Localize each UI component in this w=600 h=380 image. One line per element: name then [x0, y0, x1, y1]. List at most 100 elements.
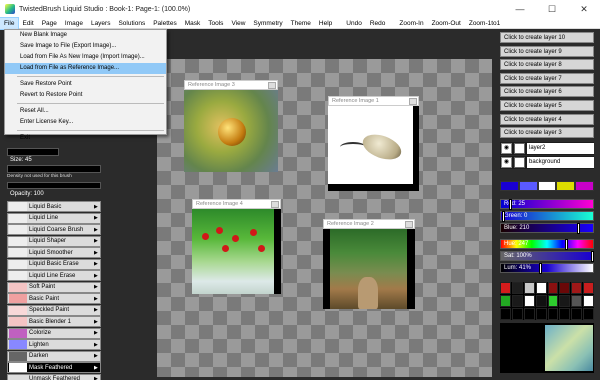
create-layer-button[interactable]: Click to create layer 7	[500, 72, 594, 84]
submenu-arrow-icon[interactable]: ▶	[94, 376, 100, 380]
lum-slider[interactable]: Lum: 41%	[500, 263, 594, 274]
submenu-arrow-icon[interactable]: ▶	[94, 284, 100, 290]
reference-close-button[interactable]	[405, 221, 413, 228]
menu-item-load-reference-image[interactable]: Load from File as Reference Image...	[5, 63, 166, 74]
create-layer-button[interactable]: Click to create layer 5	[500, 100, 594, 111]
create-layer-button[interactable]: Click to create layer 8	[500, 59, 594, 71]
reference-close-button[interactable]	[271, 201, 279, 208]
layer-name[interactable]: layer2	[527, 143, 594, 154]
palette-swatch[interactable]	[500, 282, 511, 294]
maximize-button[interactable]: ☐	[536, 4, 568, 15]
palette-swatch[interactable]	[535, 295, 547, 307]
tool-item[interactable]: Speckled Paint ▶	[7, 304, 101, 316]
submenu-arrow-icon[interactable]: ▶	[94, 215, 100, 221]
menu-mask[interactable]: Mask	[181, 18, 205, 29]
palette-swatch[interactable]	[535, 282, 547, 294]
tool-item[interactable]: Soft Paint ▶	[7, 281, 101, 293]
menu-edit[interactable]: Edit	[18, 18, 37, 29]
palette-swatch[interactable]	[547, 282, 559, 294]
create-layer-button[interactable]: Click to create layer 9	[500, 45, 594, 57]
sat-slider[interactable]: Sat: 100%	[500, 251, 594, 262]
size-slider[interactable]: Size: 45	[7, 156, 101, 165]
slider-knob[interactable]	[591, 251, 594, 262]
palette-swatch[interactable]	[523, 308, 535, 320]
menu-palettes[interactable]: Palettes	[149, 18, 181, 29]
reference-image-3-window[interactable]: Reference Image 3	[184, 80, 278, 172]
color-swatch[interactable]	[518, 181, 538, 191]
tool-item[interactable]: Liquid Basic Erase ▶	[7, 258, 101, 270]
reference-title[interactable]: Reference Image 3	[184, 80, 278, 90]
submenu-arrow-icon[interactable]: ▶	[94, 307, 100, 313]
submenu-arrow-icon[interactable]: ▶	[94, 261, 100, 267]
tool-item[interactable]: Liquid Coarse Brush ▶	[7, 224, 101, 235]
menu-redo[interactable]: Redo	[366, 18, 390, 29]
menu-item-load-new-image[interactable]: Load from File As New Image (Import Imag…	[5, 52, 166, 63]
minimize-button[interactable]: —	[504, 4, 536, 14]
submenu-arrow-icon[interactable]: ▶	[94, 353, 100, 359]
menu-zoom-out[interactable]: Zoom-Out	[428, 18, 465, 29]
slider-knob[interactable]	[502, 211, 505, 222]
palette-swatch[interactable]	[547, 295, 559, 307]
reference-close-button[interactable]	[268, 82, 276, 89]
palette-swatch[interactable]	[571, 295, 583, 307]
menu-item-enter-license-key[interactable]: Enter License Key...	[5, 117, 166, 128]
menu-solutions[interactable]: Solutions	[114, 18, 149, 29]
menu-item-revert-restore-point[interactable]: Revert to Restore Point	[5, 90, 166, 101]
palette-swatch[interactable]	[511, 308, 523, 320]
menu-item-exit[interactable]: Exit	[5, 133, 166, 144]
close-button[interactable]: ✕	[568, 4, 600, 15]
tool-item[interactable]: Basic Paint ▶	[7, 293, 101, 304]
menu-undo[interactable]: Undo	[342, 18, 366, 29]
reference-title[interactable]: Reference Image 1	[328, 96, 419, 106]
reference-title[interactable]: Reference Image 2	[323, 219, 415, 229]
tool-item[interactable]: Liquid Smoother ▶	[7, 247, 101, 258]
menu-tools[interactable]: Tools	[204, 18, 227, 29]
submenu-arrow-icon[interactable]: ▶	[94, 273, 100, 279]
color-swatch[interactable]	[575, 181, 594, 191]
submenu-arrow-icon[interactable]: ▶	[94, 238, 100, 244]
tool-item[interactable]: Mask Feathered ▶	[7, 362, 101, 373]
menu-help[interactable]: Help	[315, 18, 336, 29]
reference-image-4-window[interactable]: Reference Image 4	[192, 199, 281, 294]
palette-swatch[interactable]	[583, 308, 594, 320]
reference-image-2-window[interactable]: Reference Image 2	[323, 219, 415, 309]
submenu-arrow-icon[interactable]: ▶	[94, 319, 100, 325]
menu-item-new-blank-image[interactable]: New Blank Image	[5, 30, 166, 41]
menu-theme[interactable]: Theme	[287, 18, 315, 29]
tool-item[interactable]: Colorize ▶	[7, 327, 101, 339]
submenu-arrow-icon[interactable]: ▶	[94, 296, 100, 302]
palette-swatch[interactable]	[571, 308, 583, 320]
palette-swatch[interactable]	[559, 295, 571, 307]
hue-slider[interactable]: Hue: 247	[500, 239, 594, 250]
tool-item[interactable]: Darken ▶	[7, 350, 101, 362]
color-mixer[interactable]	[500, 323, 594, 373]
color-swatch[interactable]	[537, 181, 557, 191]
eye-icon[interactable]: ◉	[501, 157, 512, 168]
menu-layers[interactable]: Layers	[87, 18, 115, 29]
slider-knob[interactable]	[509, 199, 512, 210]
palette-swatch[interactable]	[571, 282, 583, 294]
create-layer-button[interactable]: Click to create layer 4	[500, 113, 594, 125]
palette-swatch[interactable]	[511, 295, 523, 307]
density-slider[interactable]	[7, 165, 101, 173]
menu-zoom-in[interactable]: Zoom-In	[395, 18, 427, 29]
menu-item-save-restore-point[interactable]: Save Restore Point	[5, 79, 166, 90]
menu-image[interactable]: Image	[61, 18, 87, 29]
tool-item[interactable]: Basic Blender 1 ▶	[7, 316, 101, 327]
palette-swatch[interactable]	[500, 308, 511, 320]
submenu-arrow-icon[interactable]: ▶	[94, 365, 100, 371]
submenu-arrow-icon[interactable]: ▶	[94, 330, 100, 336]
blue-slider[interactable]: Blue: 210	[500, 223, 594, 234]
mixer-gradient[interactable]	[545, 325, 593, 371]
slider-knob[interactable]	[577, 223, 580, 234]
palette-swatch[interactable]	[547, 308, 559, 320]
submenu-arrow-icon[interactable]: ▶	[94, 227, 100, 233]
palette-swatch[interactable]	[559, 308, 571, 320]
tool-item[interactable]: Liquid Basic ▶	[7, 201, 101, 212]
menu-item-save-image[interactable]: Save Image to File (Export Image)...	[5, 41, 166, 52]
create-layer-button[interactable]: Click to create layer 10	[500, 32, 594, 43]
reference-title[interactable]: Reference Image 4	[192, 199, 281, 209]
palette-swatch[interactable]	[500, 295, 511, 307]
palette-swatch[interactable]	[559, 282, 571, 294]
palette-swatch[interactable]	[511, 282, 523, 294]
